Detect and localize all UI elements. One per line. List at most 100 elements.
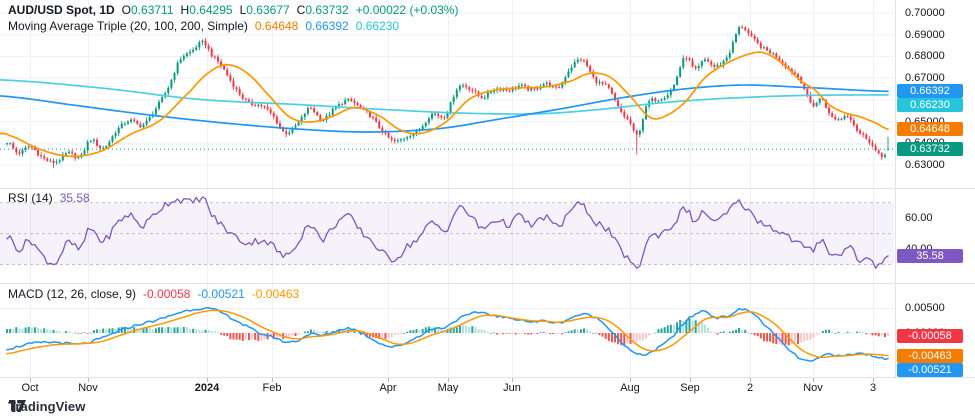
candle (713, 65, 715, 67)
price-scale[interactable]: 0.700000.690000.680000.670000.660000.650… (896, 0, 975, 377)
candle (121, 124, 123, 128)
time-axis-label: Apr (364, 382, 412, 394)
candle (375, 118, 377, 122)
candle (701, 61, 703, 66)
candle (174, 73, 176, 80)
candle (161, 97, 163, 102)
candle (465, 85, 467, 87)
candle (639, 131, 641, 135)
candle (205, 41, 207, 46)
candle (744, 28, 746, 30)
candle (471, 90, 473, 91)
candle (394, 140, 396, 142)
candle (400, 139, 402, 140)
candle (409, 136, 411, 137)
candle (546, 83, 548, 84)
candle (211, 49, 213, 56)
pane-divider[interactable] (0, 188, 975, 189)
chart-canvas[interactable] (0, 0, 975, 419)
candle (310, 108, 312, 109)
candle (341, 104, 343, 105)
candle (679, 67, 681, 76)
candle (59, 160, 61, 162)
candle (285, 131, 287, 134)
candle (760, 43, 762, 48)
candle (657, 101, 659, 102)
candle (695, 67, 697, 69)
candle (738, 27, 740, 34)
candle (664, 98, 666, 99)
time-axis-label: May (424, 382, 472, 394)
candle (813, 103, 815, 107)
symbol-status-line[interactable]: AUD/USD Spot, 1D O0.63711 H0.64295 L0.63… (8, 3, 458, 17)
candle (704, 59, 706, 61)
candle (636, 131, 638, 135)
macd-line[interactable] (7, 308, 888, 361)
candle (450, 102, 452, 113)
candle (189, 52, 191, 53)
candle (353, 101, 355, 103)
candle (468, 87, 470, 90)
candle (146, 121, 148, 125)
candle (257, 105, 259, 106)
rsi-status-line[interactable]: RSI (14) 35.58 (8, 191, 90, 205)
ma100-value: 0.66392 (305, 19, 348, 33)
time-axis-label: 3 (849, 382, 897, 394)
candle (46, 158, 48, 161)
candle (567, 71, 569, 77)
candle (459, 86, 461, 90)
candle (217, 57, 219, 62)
candle (726, 58, 728, 61)
candle (357, 103, 359, 105)
price-axis-label: 0.69000 (905, 28, 945, 42)
candle (298, 122, 300, 125)
candle (735, 34, 737, 42)
candle (595, 77, 597, 83)
candle (428, 118, 430, 122)
ma-indicator-title: Moving Average Triple (20, 100, 200, Sim… (8, 19, 248, 33)
ma20-line[interactable] (0, 52, 888, 156)
candle (96, 140, 98, 146)
candle (186, 53, 188, 56)
macd-status-line[interactable]: MACD (12, 26, close, 9) -0.00058 -0.0052… (8, 287, 299, 301)
ma-status-line[interactable]: Moving Average Triple (20, 100, 200, Sim… (8, 19, 399, 33)
candle (9, 143, 11, 144)
candle (667, 95, 669, 98)
candle (651, 98, 653, 101)
candle (43, 156, 45, 158)
candle (716, 65, 718, 67)
macd-signal-value: -0.00463 (252, 287, 299, 301)
candle (28, 147, 30, 148)
macd-histogram (6, 318, 889, 345)
candle (245, 99, 247, 100)
candle (692, 60, 694, 66)
candle (772, 53, 774, 54)
candle (747, 30, 749, 33)
macd-signal-line[interactable] (7, 310, 888, 357)
candle (242, 95, 244, 99)
time-axis-label: Sep (666, 382, 714, 394)
candle (273, 113, 275, 117)
pane-divider[interactable] (0, 283, 975, 284)
candle (391, 138, 393, 140)
candle (214, 56, 216, 57)
price-badge: 0.66230 (897, 98, 963, 112)
candle (124, 124, 126, 125)
macd-hist-value: -0.00058 (143, 287, 190, 301)
candle (111, 136, 113, 141)
candle (828, 108, 830, 114)
candle (406, 137, 408, 138)
candle (313, 108, 315, 111)
time-scale[interactable]: OctNov2024FebAprMayJunAugSep2Nov3 (0, 377, 896, 401)
candle (763, 47, 765, 48)
ohlc-high: H0.64295 (181, 3, 233, 17)
tradingview-chart[interactable]: AUD/USD Spot, 1D O0.63711 H0.64295 L0.63… (0, 0, 975, 419)
tradingview-attribution[interactable]: TradingView (8, 399, 85, 414)
candle (378, 121, 380, 127)
candle (223, 66, 225, 70)
time-axis-label: Nov (64, 382, 112, 394)
candle (434, 114, 436, 115)
candle (316, 112, 318, 115)
price-axis-label: 0.63000 (905, 158, 945, 172)
candle (502, 90, 504, 91)
